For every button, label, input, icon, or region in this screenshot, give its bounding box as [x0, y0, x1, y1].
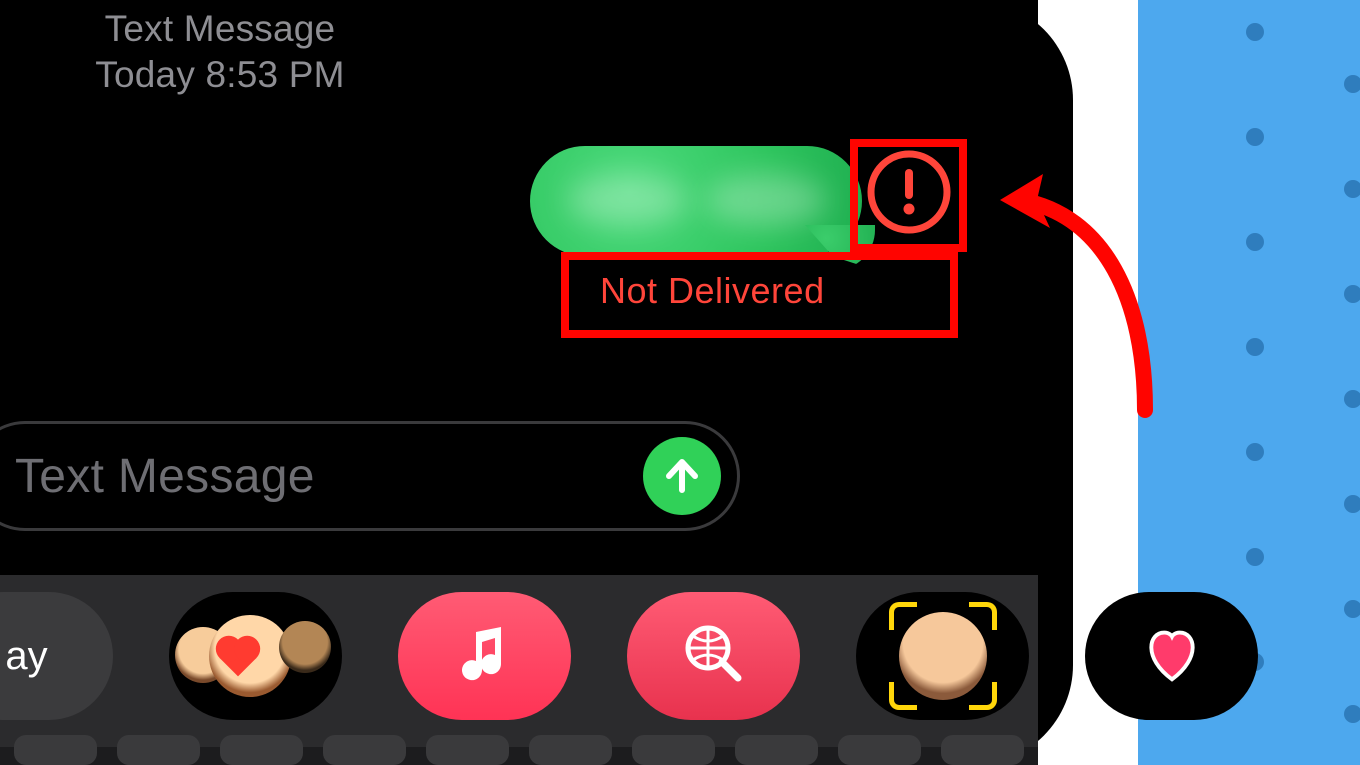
arrow-up-icon: [660, 454, 704, 498]
avatar-frame-icon: [893, 606, 993, 706]
app-pay[interactable]: ay: [0, 592, 113, 720]
phone-frame: Text Message Today 8:53 PM Not Delivered: [0, 0, 1073, 765]
message-timestamp: Today 8:53 PM: [0, 52, 440, 98]
music-note-icon: [449, 618, 521, 695]
app-avatar[interactable]: [856, 592, 1029, 720]
app-images[interactable]: [627, 592, 800, 720]
app-music[interactable]: [398, 592, 571, 720]
annotation-error-box: [850, 139, 967, 252]
app-heart[interactable]: [1085, 592, 1258, 720]
send-button[interactable]: [643, 437, 721, 515]
memoji-icon: [181, 601, 331, 711]
message-input[interactable]: Text Message: [0, 421, 740, 531]
app-memoji[interactable]: [169, 592, 342, 720]
heart-icon: [1137, 619, 1207, 694]
globe-search-icon: [678, 618, 750, 695]
annotation-status-box: [561, 252, 958, 338]
conversation-header: Text Message Today 8:53 PM: [0, 6, 440, 99]
message-type-label: Text Message: [0, 6, 440, 52]
app-pay-label: ay: [5, 634, 47, 679]
keyboard-top-row[interactable]: [0, 747, 1038, 765]
messages-screen: Text Message Today 8:53 PM Not Delivered: [0, 0, 1038, 765]
outgoing-message-bubble[interactable]: [530, 146, 862, 256]
message-input-placeholder: Text Message: [15, 449, 315, 504]
